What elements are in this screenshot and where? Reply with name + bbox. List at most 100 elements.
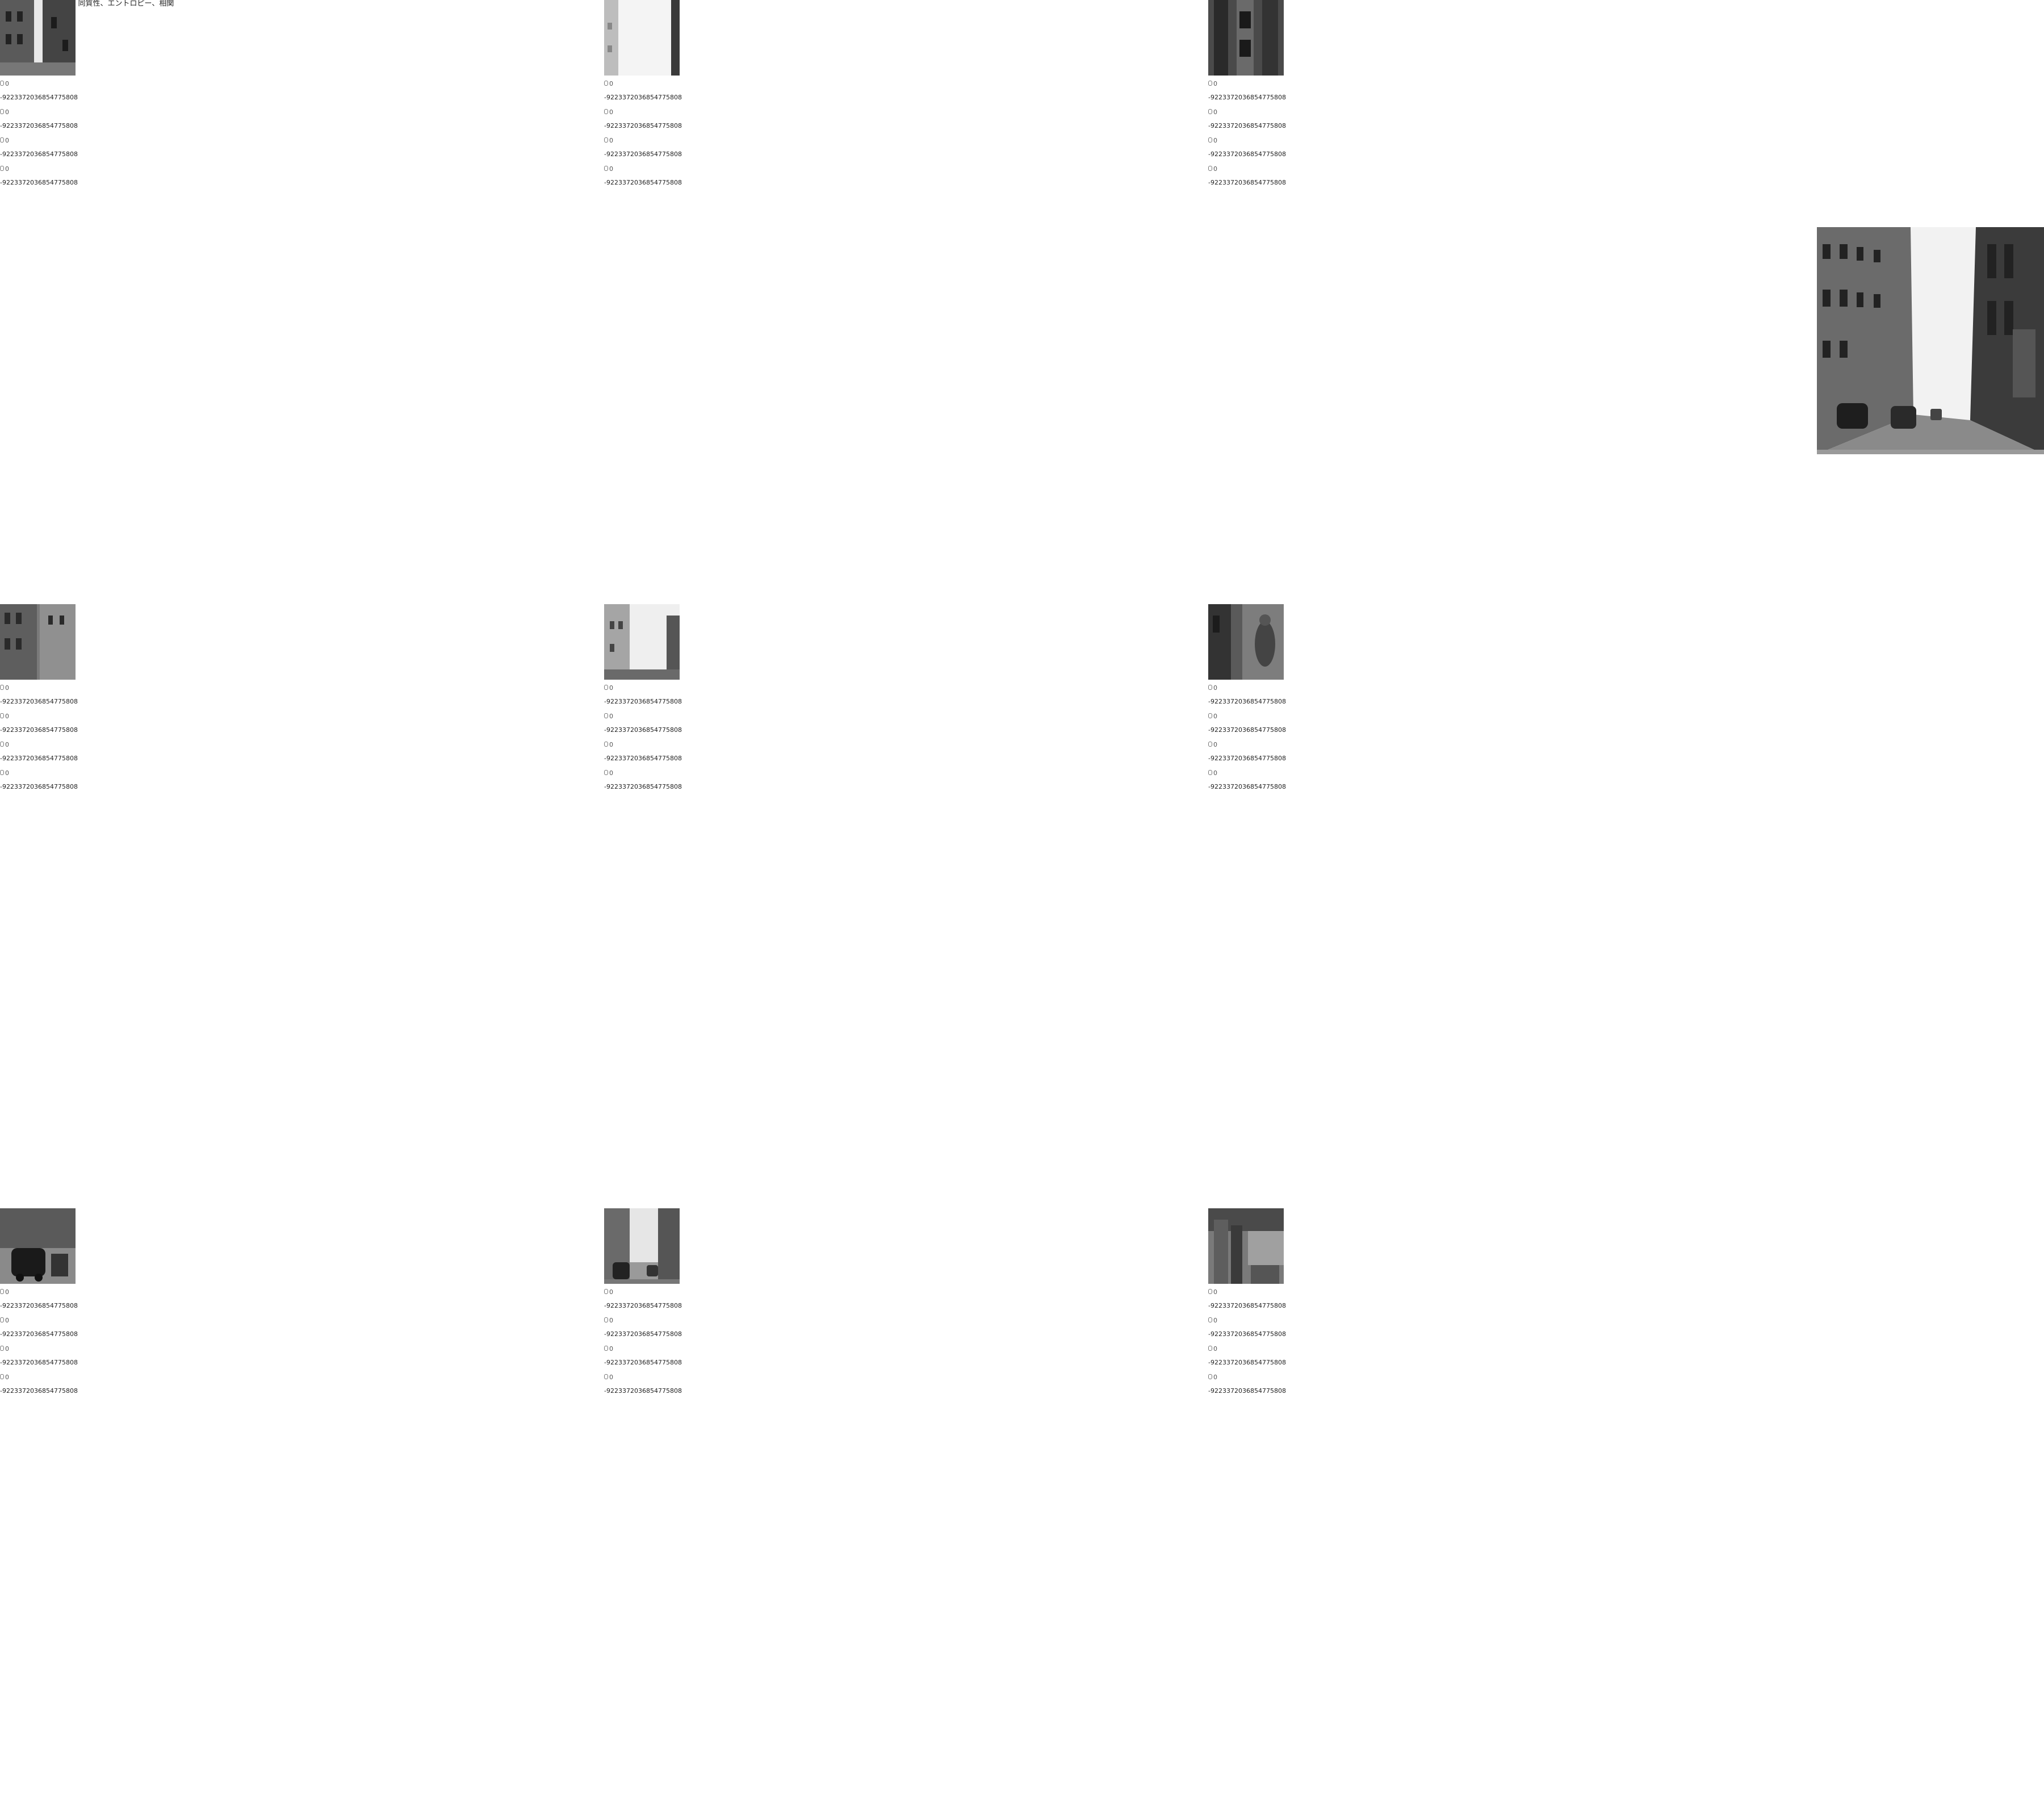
stat-zero-label: 0 — [1213, 713, 1217, 720]
stat-row: 0 -9223372036854775808 — [0, 770, 136, 798]
stat-value: -9223372036854775808 — [604, 94, 682, 101]
stat-value: -9223372036854775808 — [604, 783, 682, 790]
stat-row: 0 -9223372036854775808 — [604, 1289, 740, 1317]
stat-zero-label: 0 — [609, 1317, 613, 1324]
link-icon — [0, 1289, 4, 1294]
tile-thumbnail — [1208, 1208, 1284, 1284]
stat-row: 0 -9223372036854775808 — [0, 1317, 136, 1346]
texture-tile-7: 0 -9223372036854775808 0 -9223372036854775… — [0, 1208, 136, 1402]
link-icon — [1208, 81, 1212, 86]
stat-row: 0 -9223372036854775808 — [0, 1289, 136, 1317]
texture-tile-1: 0 -9223372036854775808 0 -9223372036854775… — [0, 0, 136, 194]
link-icon — [0, 713, 4, 718]
stat-value: -9223372036854775808 — [1208, 150, 1286, 158]
stat-value: -9223372036854775808 — [0, 726, 78, 734]
stat-row: 0 -9223372036854775808 — [0, 685, 136, 713]
link-icon — [1208, 685, 1212, 690]
link-icon — [604, 770, 608, 775]
stat-zero-label: 0 — [1213, 769, 1217, 777]
stat-value: -9223372036854775808 — [0, 698, 78, 705]
stat-zero-label: 0 — [1213, 80, 1217, 87]
stat-row: 0 -9223372036854775808 — [0, 109, 136, 137]
stat-zero-label: 0 — [1213, 165, 1217, 173]
stat-value: -9223372036854775808 — [604, 1387, 682, 1395]
stat-row: 0 -9223372036854775808 — [604, 770, 740, 798]
link-icon — [1208, 1317, 1212, 1322]
link-icon — [604, 137, 608, 143]
stat-value: -9223372036854775808 — [604, 1359, 682, 1366]
link-icon — [604, 1289, 608, 1294]
stat-value: -9223372036854775808 — [0, 755, 78, 762]
link-icon — [1208, 1346, 1212, 1351]
stat-value: -9223372036854775808 — [604, 1330, 682, 1338]
stat-row: 0 -9223372036854775808 — [1208, 137, 1344, 166]
stat-zero-label: 0 — [5, 137, 9, 144]
stat-row: 0 -9223372036854775808 — [604, 81, 740, 109]
stat-value: -9223372036854775808 — [1208, 1302, 1286, 1309]
stat-row: 0 -9223372036854775808 — [1208, 1374, 1344, 1402]
stat-zero-label: 0 — [609, 165, 613, 173]
stat-value: -9223372036854775808 — [604, 1302, 682, 1309]
stat-zero-label: 0 — [1213, 108, 1217, 116]
stat-zero-label: 0 — [609, 1288, 613, 1296]
link-icon — [0, 1317, 4, 1322]
stat-row: 0 -9223372036854775808 — [604, 742, 740, 770]
stat-zero-label: 0 — [609, 1374, 613, 1381]
stat-value: -9223372036854775808 — [0, 1359, 78, 1366]
stat-zero-label: 0 — [5, 80, 9, 87]
link-icon — [0, 137, 4, 143]
stat-row: 0 -9223372036854775808 — [1208, 109, 1344, 137]
stat-row: 0 -9223372036854775808 — [604, 166, 740, 194]
stat-zero-label: 0 — [5, 1288, 9, 1296]
stat-row: 0 -9223372036854775808 — [1208, 1289, 1344, 1317]
link-icon — [604, 1317, 608, 1322]
stat-value: -9223372036854775808 — [0, 1387, 78, 1395]
tile-thumbnail — [604, 1208, 680, 1284]
stat-row: 0 -9223372036854775808 — [1208, 166, 1344, 194]
link-icon — [1208, 713, 1212, 718]
stat-row: 0 -9223372036854775808 — [0, 81, 136, 109]
link-icon — [0, 1346, 4, 1351]
stat-value: -9223372036854775808 — [604, 698, 682, 705]
stat-row: 0 -9223372036854775808 — [0, 713, 136, 742]
stat-value: -9223372036854775808 — [1208, 726, 1286, 734]
stat-zero-label: 0 — [5, 165, 9, 173]
stat-zero-label: 0 — [609, 108, 613, 116]
stat-row: 0 -9223372036854775808 — [1208, 770, 1344, 798]
texture-tile-5: 0 -9223372036854775808 0 -9223372036854775… — [604, 604, 740, 798]
stat-value: -9223372036854775808 — [1208, 698, 1286, 705]
stat-value: -9223372036854775808 — [0, 179, 78, 186]
stat-row: 0 -9223372036854775808 — [1208, 713, 1344, 742]
link-icon — [1208, 109, 1212, 114]
stat-zero-label: 0 — [5, 1317, 9, 1324]
texture-tile-6: 0 -9223372036854775808 0 -9223372036854775… — [1208, 604, 1344, 798]
stat-zero-label: 0 — [609, 713, 613, 720]
link-icon — [604, 1374, 608, 1379]
link-icon — [0, 685, 4, 690]
link-icon — [0, 1374, 4, 1379]
stat-value: -9223372036854775808 — [1208, 122, 1286, 129]
link-icon — [604, 685, 608, 690]
stat-zero-label: 0 — [1213, 684, 1217, 692]
stat-zero-label: 0 — [5, 769, 9, 777]
stat-value: -9223372036854775808 — [0, 94, 78, 101]
stat-value: -9223372036854775808 — [604, 150, 682, 158]
stat-value: -9223372036854775808 — [0, 783, 78, 790]
stat-row: 0 -9223372036854775808 — [604, 1346, 740, 1374]
link-icon — [604, 713, 608, 718]
stat-zero-label: 0 — [5, 684, 9, 692]
stat-zero-label: 0 — [5, 741, 9, 748]
stat-value: -9223372036854775808 — [0, 1302, 78, 1309]
stat-value: -9223372036854775808 — [1208, 755, 1286, 762]
link-icon — [1208, 166, 1212, 171]
stat-value: -9223372036854775808 — [604, 755, 682, 762]
stat-value: -9223372036854775808 — [1208, 94, 1286, 101]
stat-row: 0 -9223372036854775808 — [1208, 742, 1344, 770]
stat-row: 0 -9223372036854775808 — [1208, 1346, 1344, 1374]
stat-row: 0 -9223372036854775808 — [0, 1346, 136, 1374]
stat-zero-label: 0 — [609, 80, 613, 87]
tile-thumbnail — [604, 0, 680, 76]
stat-zero-label: 0 — [5, 1374, 9, 1381]
stat-row: 0 -9223372036854775808 — [604, 1374, 740, 1402]
tile-thumbnail — [1208, 604, 1284, 680]
